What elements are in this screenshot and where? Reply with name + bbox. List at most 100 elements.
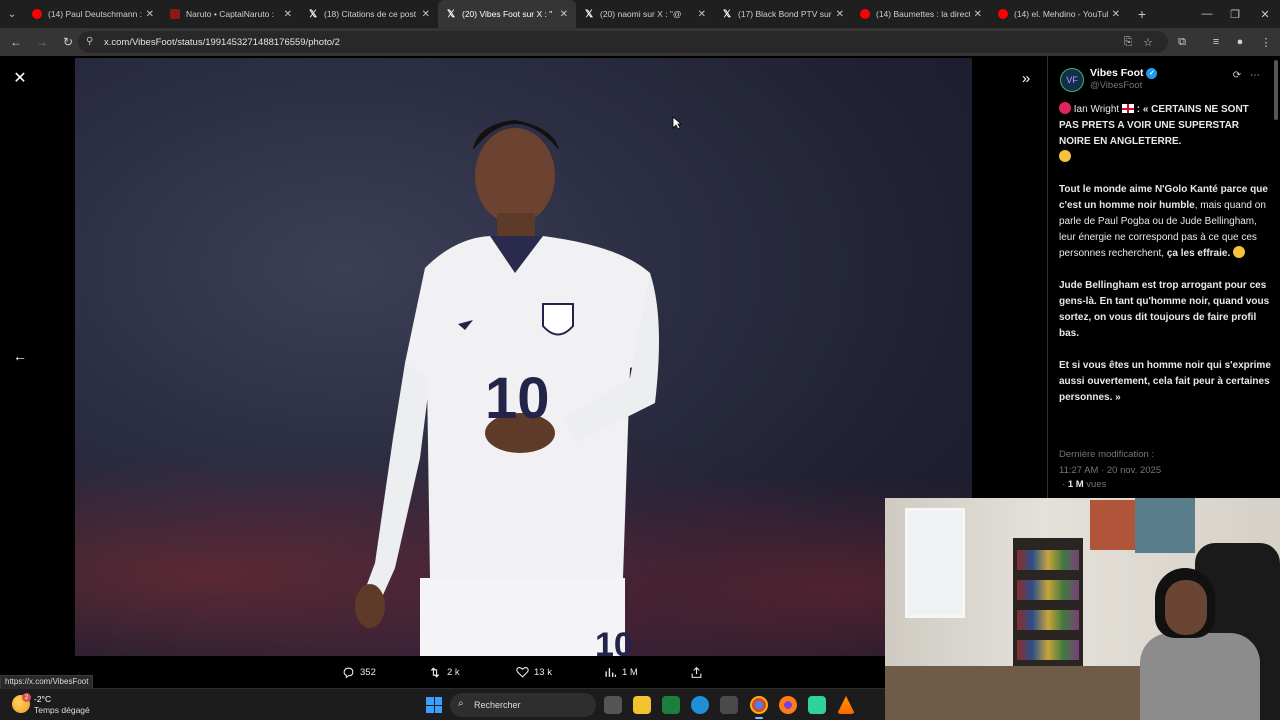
temperature[interactable]: -2°C (34, 694, 51, 704)
sidebar-scrollbar[interactable] (1274, 60, 1278, 120)
browser-tab[interactable]: 𝕏 (20) Vibes Foot sur X : " ✕ (438, 0, 576, 28)
grok-icon[interactable]: ⟳ (1230, 68, 1244, 82)
windows-taskbar: 2 -2°C Temps dégagé ⌕ Rechercher (0, 688, 885, 720)
install-app-icon[interactable]: ⎘ (1120, 34, 1136, 50)
wall-poster (1090, 500, 1135, 550)
post-sidebar: VF Vibes Foot ✓ @VibesFoot ⟳ ⋯ Ian Wrigh… (1047, 56, 1280, 498)
bookmark-star-icon[interactable]: ☆ (1140, 34, 1156, 50)
close-tab-icon[interactable]: ✕ (836, 9, 844, 20)
weather-badge: 2 (22, 693, 31, 702)
svg-text:10: 10 (595, 626, 633, 656)
new-tab-button[interactable]: + (1128, 6, 1156, 22)
x-icon: 𝕏 (446, 8, 456, 20)
close-window-button[interactable]: ✕ (1250, 0, 1280, 28)
author-handle[interactable]: @VibesFoot (1090, 80, 1142, 91)
analytics-icon (605, 667, 617, 677)
weather-condition[interactable]: Temps dégagé (34, 705, 90, 715)
more-options-icon[interactable]: ⋯ (1248, 68, 1262, 82)
like-button[interactable]: 13 k (516, 666, 552, 678)
minimize-button[interactable]: — (1192, 0, 1222, 28)
nvidia-icon[interactable] (662, 696, 680, 714)
youtube-icon (32, 9, 42, 19)
task-view-icon[interactable] (604, 696, 622, 714)
post-paragraph-3: Jude Bellingham est trop arrogant pour c… (1059, 278, 1271, 342)
site-info-icon[interactable]: ⚲ (86, 36, 98, 48)
tab-title: (14) Baumettes : la directi (876, 9, 970, 19)
author-avatar[interactable]: VF (1060, 68, 1084, 92)
close-tab-icon[interactable]: ✕ (974, 9, 982, 20)
chrome-icon[interactable] (750, 696, 768, 719)
tab-search-button[interactable]: ⌄ (0, 0, 24, 28)
extensions-icon[interactable]: ⧉ (1174, 34, 1190, 50)
room-window (905, 508, 965, 618)
reload-button[interactable]: ↻ (56, 30, 80, 54)
store-icon[interactable] (720, 696, 738, 714)
post-photo[interactable]: 10 10 (75, 58, 972, 656)
flushed-face-emoji-icon (1233, 246, 1245, 258)
browser-tab[interactable]: (14) Paul Deutschmann : ✕ (24, 0, 162, 28)
status-bar-url: https://x.com/VibesFoot (0, 675, 94, 689)
youtube-icon (860, 9, 870, 19)
share-icon (691, 666, 702, 678)
forward-button[interactable]: → (30, 30, 54, 54)
zelda-poster (1135, 498, 1195, 553)
author-display-name[interactable]: Vibes Foot ✓ (1090, 67, 1158, 79)
close-tab-icon[interactable]: ✕ (698, 9, 706, 20)
close-viewer-button[interactable]: ✕ (10, 68, 30, 88)
heart-icon (516, 667, 529, 678)
browser-tab[interactable]: (14) el. Mehdino - YouTub ✕ (990, 0, 1128, 28)
url-field[interactable]: ⚲ x.com/VibesFoot/status/199145327148817… (78, 31, 1168, 53)
post-paragraph-4: Et si vous êtes un homme noir qui s'expr… (1059, 358, 1271, 406)
paragraph-3-text: Jude Bellingham est trop arrogant pour c… (1059, 280, 1270, 339)
profile-avatar-icon[interactable]: ● (1232, 34, 1248, 50)
browser-menu-icon[interactable]: ⋮ (1258, 34, 1274, 50)
twitch-icon (170, 9, 180, 19)
post-timestamp[interactable]: 11:27 AM · 20 nov. 2025 (1059, 465, 1161, 476)
red-circle-emoji-icon (1059, 102, 1071, 114)
media-control-icon[interactable]: ≡ (1208, 34, 1224, 50)
tab-title: (20) Vibes Foot sur X : " (462, 9, 553, 19)
search-icon: ⌕ (458, 698, 464, 709)
edge-icon[interactable] (691, 696, 709, 714)
england-flag-icon (1121, 104, 1134, 113)
app-icon[interactable] (808, 696, 826, 714)
reply-count: 352 (360, 666, 376, 678)
display-name-text: Vibes Foot (1090, 67, 1144, 79)
taskbar-search[interactable]: ⌕ Rechercher (450, 693, 596, 717)
browser-tab[interactable]: (14) Baumettes : la directi ✕ (852, 0, 990, 28)
player-illustration: 10 10 (355, 120, 659, 656)
firefox-icon[interactable] (779, 696, 797, 714)
post-text: Ian Wright : « CERTAINS NE SONT PAS PRET… (1059, 102, 1271, 422)
restore-button[interactable]: ❐ (1220, 0, 1250, 28)
tab-title: (14) Paul Deutschmann : (48, 9, 142, 19)
back-button[interactable]: ← (4, 30, 28, 54)
share-button[interactable] (690, 666, 708, 679)
streamer-face (1165, 580, 1207, 635)
vlc-icon[interactable] (837, 696, 855, 714)
close-tab-icon[interactable]: ✕ (422, 9, 430, 20)
search-placeholder: Rechercher (474, 700, 521, 710)
svg-text:10: 10 (485, 366, 550, 431)
collapse-sidebar-icon[interactable]: » (1016, 68, 1036, 88)
close-tab-icon[interactable]: ✕ (1112, 9, 1120, 20)
browser-tab[interactable]: 𝕏 (17) Black Bond PTV sur X ✕ (714, 0, 852, 28)
mouse-cursor-icon (672, 116, 682, 130)
browser-tab[interactable]: 𝕏 (18) Citations de ce post ✕ (300, 0, 438, 28)
views-button[interactable]: 1 M (604, 666, 638, 679)
close-tab-icon[interactable]: ✕ (146, 9, 154, 20)
file-explorer-icon[interactable] (633, 696, 651, 714)
post-paragraph-1: Ian Wright : « CERTAINS NE SONT PAS PRET… (1059, 102, 1271, 166)
desk (885, 666, 1145, 720)
tab-title: (17) Black Bond PTV sur X (738, 9, 832, 19)
close-tab-icon[interactable]: ✕ (560, 9, 568, 20)
repost-button[interactable]: 2 k (428, 666, 460, 679)
reply-button[interactable]: 352 (342, 666, 376, 679)
start-menu-icon[interactable] (426, 697, 442, 713)
browser-tab[interactable]: Naruto • CaptaiNaruto : ✕ (162, 0, 300, 28)
close-tab-icon[interactable]: ✕ (284, 9, 292, 20)
browser-tab[interactable]: 𝕏 (20) naomi sur X : "@ ✕ (576, 0, 714, 28)
last-modified-label: Dernière modification : (1059, 449, 1155, 460)
previous-photo-button[interactable]: ← (10, 346, 30, 366)
like-count: 13 k (534, 666, 552, 678)
views-number: 1 M (1067, 479, 1084, 490)
